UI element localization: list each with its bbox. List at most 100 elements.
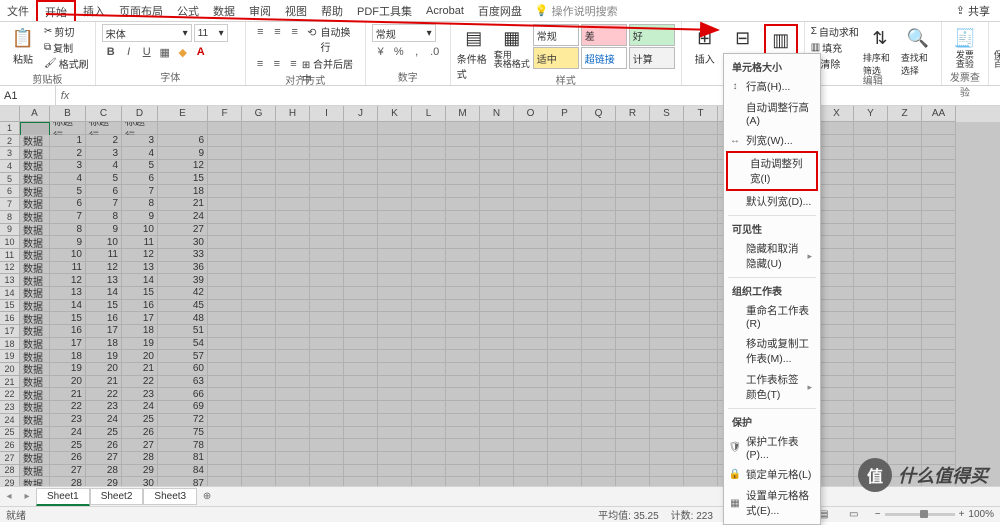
cell[interactable] [888, 287, 922, 300]
cell[interactable] [480, 274, 514, 287]
cell[interactable] [446, 185, 480, 198]
cell[interactable]: 36 [158, 262, 208, 275]
cell[interactable]: 15 [50, 312, 86, 325]
cell[interactable] [480, 287, 514, 300]
cell[interactable] [922, 236, 956, 249]
cell[interactable] [310, 262, 344, 275]
cell[interactable] [650, 262, 684, 275]
dd-lock-cell[interactable]: 🔒锁定单元格(L) [724, 464, 820, 485]
cell[interactable] [548, 262, 582, 275]
cell[interactable] [888, 274, 922, 287]
cell[interactable] [412, 300, 446, 313]
cell[interactable] [344, 439, 378, 452]
cell[interactable] [514, 185, 548, 198]
cell[interactable] [310, 350, 344, 363]
cell[interactable]: 标题行 [122, 122, 158, 135]
cell[interactable] [888, 147, 922, 160]
align-right-button[interactable]: ≡ [285, 56, 302, 72]
cell[interactable] [378, 363, 412, 376]
cell[interactable] [854, 185, 888, 198]
cell[interactable]: 16 [86, 312, 122, 325]
cell[interactable] [378, 401, 412, 414]
cell[interactable] [446, 300, 480, 313]
cell[interactable]: 标题行 [86, 122, 122, 135]
style-超链接[interactable]: 超链接 [581, 47, 627, 69]
copy-button[interactable]: ⧉复制 [44, 40, 89, 55]
tab-数据[interactable]: 数据 [206, 0, 242, 21]
cell[interactable] [888, 401, 922, 414]
cell[interactable] [378, 198, 412, 211]
cell[interactable] [412, 376, 446, 389]
cell[interactable] [242, 122, 276, 135]
sheet-tab-Sheet2[interactable]: Sheet2 [90, 488, 144, 505]
cell[interactable] [820, 198, 854, 211]
style-常规[interactable]: 常规 [533, 24, 579, 46]
cell[interactable] [820, 262, 854, 275]
cell[interactable] [412, 236, 446, 249]
cell[interactable]: 3 [86, 147, 122, 160]
cell[interactable]: 5 [86, 173, 122, 186]
cell[interactable] [480, 147, 514, 160]
cell[interactable] [820, 135, 854, 148]
cell[interactable] [514, 388, 548, 401]
cell[interactable] [616, 236, 650, 249]
cell[interactable]: 24 [158, 211, 208, 224]
cell[interactable] [616, 338, 650, 351]
row-header[interactable]: 21 [0, 376, 20, 389]
col-header[interactable]: J [344, 106, 378, 122]
cell[interactable] [514, 363, 548, 376]
cell[interactable] [616, 439, 650, 452]
cell[interactable] [446, 173, 480, 186]
cell[interactable] [582, 452, 616, 465]
cell[interactable] [888, 135, 922, 148]
cell[interactable]: 54 [158, 338, 208, 351]
cell[interactable] [514, 211, 548, 224]
cell[interactable] [378, 173, 412, 186]
cell[interactable] [310, 198, 344, 211]
cell[interactable] [412, 173, 446, 186]
cell[interactable] [684, 274, 718, 287]
cell[interactable] [820, 185, 854, 198]
cell[interactable] [446, 401, 480, 414]
cell[interactable] [344, 274, 378, 287]
cell[interactable] [684, 185, 718, 198]
cell[interactable]: 14 [122, 274, 158, 287]
cell[interactable] [888, 376, 922, 389]
cell[interactable] [208, 363, 242, 376]
cut-button[interactable]: ✂剪切 [44, 24, 89, 39]
cell[interactable] [854, 262, 888, 275]
tab-审阅[interactable]: 审阅 [242, 0, 278, 21]
cell[interactable] [378, 312, 412, 325]
cell[interactable] [412, 224, 446, 237]
cell[interactable] [344, 198, 378, 211]
cell[interactable] [548, 325, 582, 338]
italic-button[interactable]: I [120, 44, 138, 60]
cell[interactable] [480, 185, 514, 198]
cell[interactable] [684, 147, 718, 160]
cell[interactable] [684, 338, 718, 351]
cell[interactable]: 1 [50, 135, 86, 148]
cell[interactable] [242, 388, 276, 401]
cell[interactable] [480, 477, 514, 486]
cell[interactable] [582, 338, 616, 351]
cell[interactable] [548, 427, 582, 440]
cell[interactable] [276, 401, 310, 414]
cell[interactable] [310, 388, 344, 401]
cell[interactable] [582, 465, 616, 478]
sheet-nav-next[interactable]: ▸ [18, 491, 36, 502]
cell[interactable] [650, 147, 684, 160]
cell[interactable] [446, 325, 480, 338]
cell[interactable] [616, 350, 650, 363]
cell[interactable] [208, 173, 242, 186]
cell[interactable] [514, 376, 548, 389]
sheet-tab-Sheet3[interactable]: Sheet3 [143, 488, 197, 505]
cell[interactable] [548, 388, 582, 401]
cell[interactable] [820, 439, 854, 452]
cell[interactable] [514, 465, 548, 478]
cell[interactable] [548, 211, 582, 224]
cell[interactable] [378, 439, 412, 452]
cell[interactable] [582, 135, 616, 148]
cell[interactable] [582, 274, 616, 287]
cell[interactable]: 24 [122, 401, 158, 414]
cell[interactable]: 14 [86, 287, 122, 300]
